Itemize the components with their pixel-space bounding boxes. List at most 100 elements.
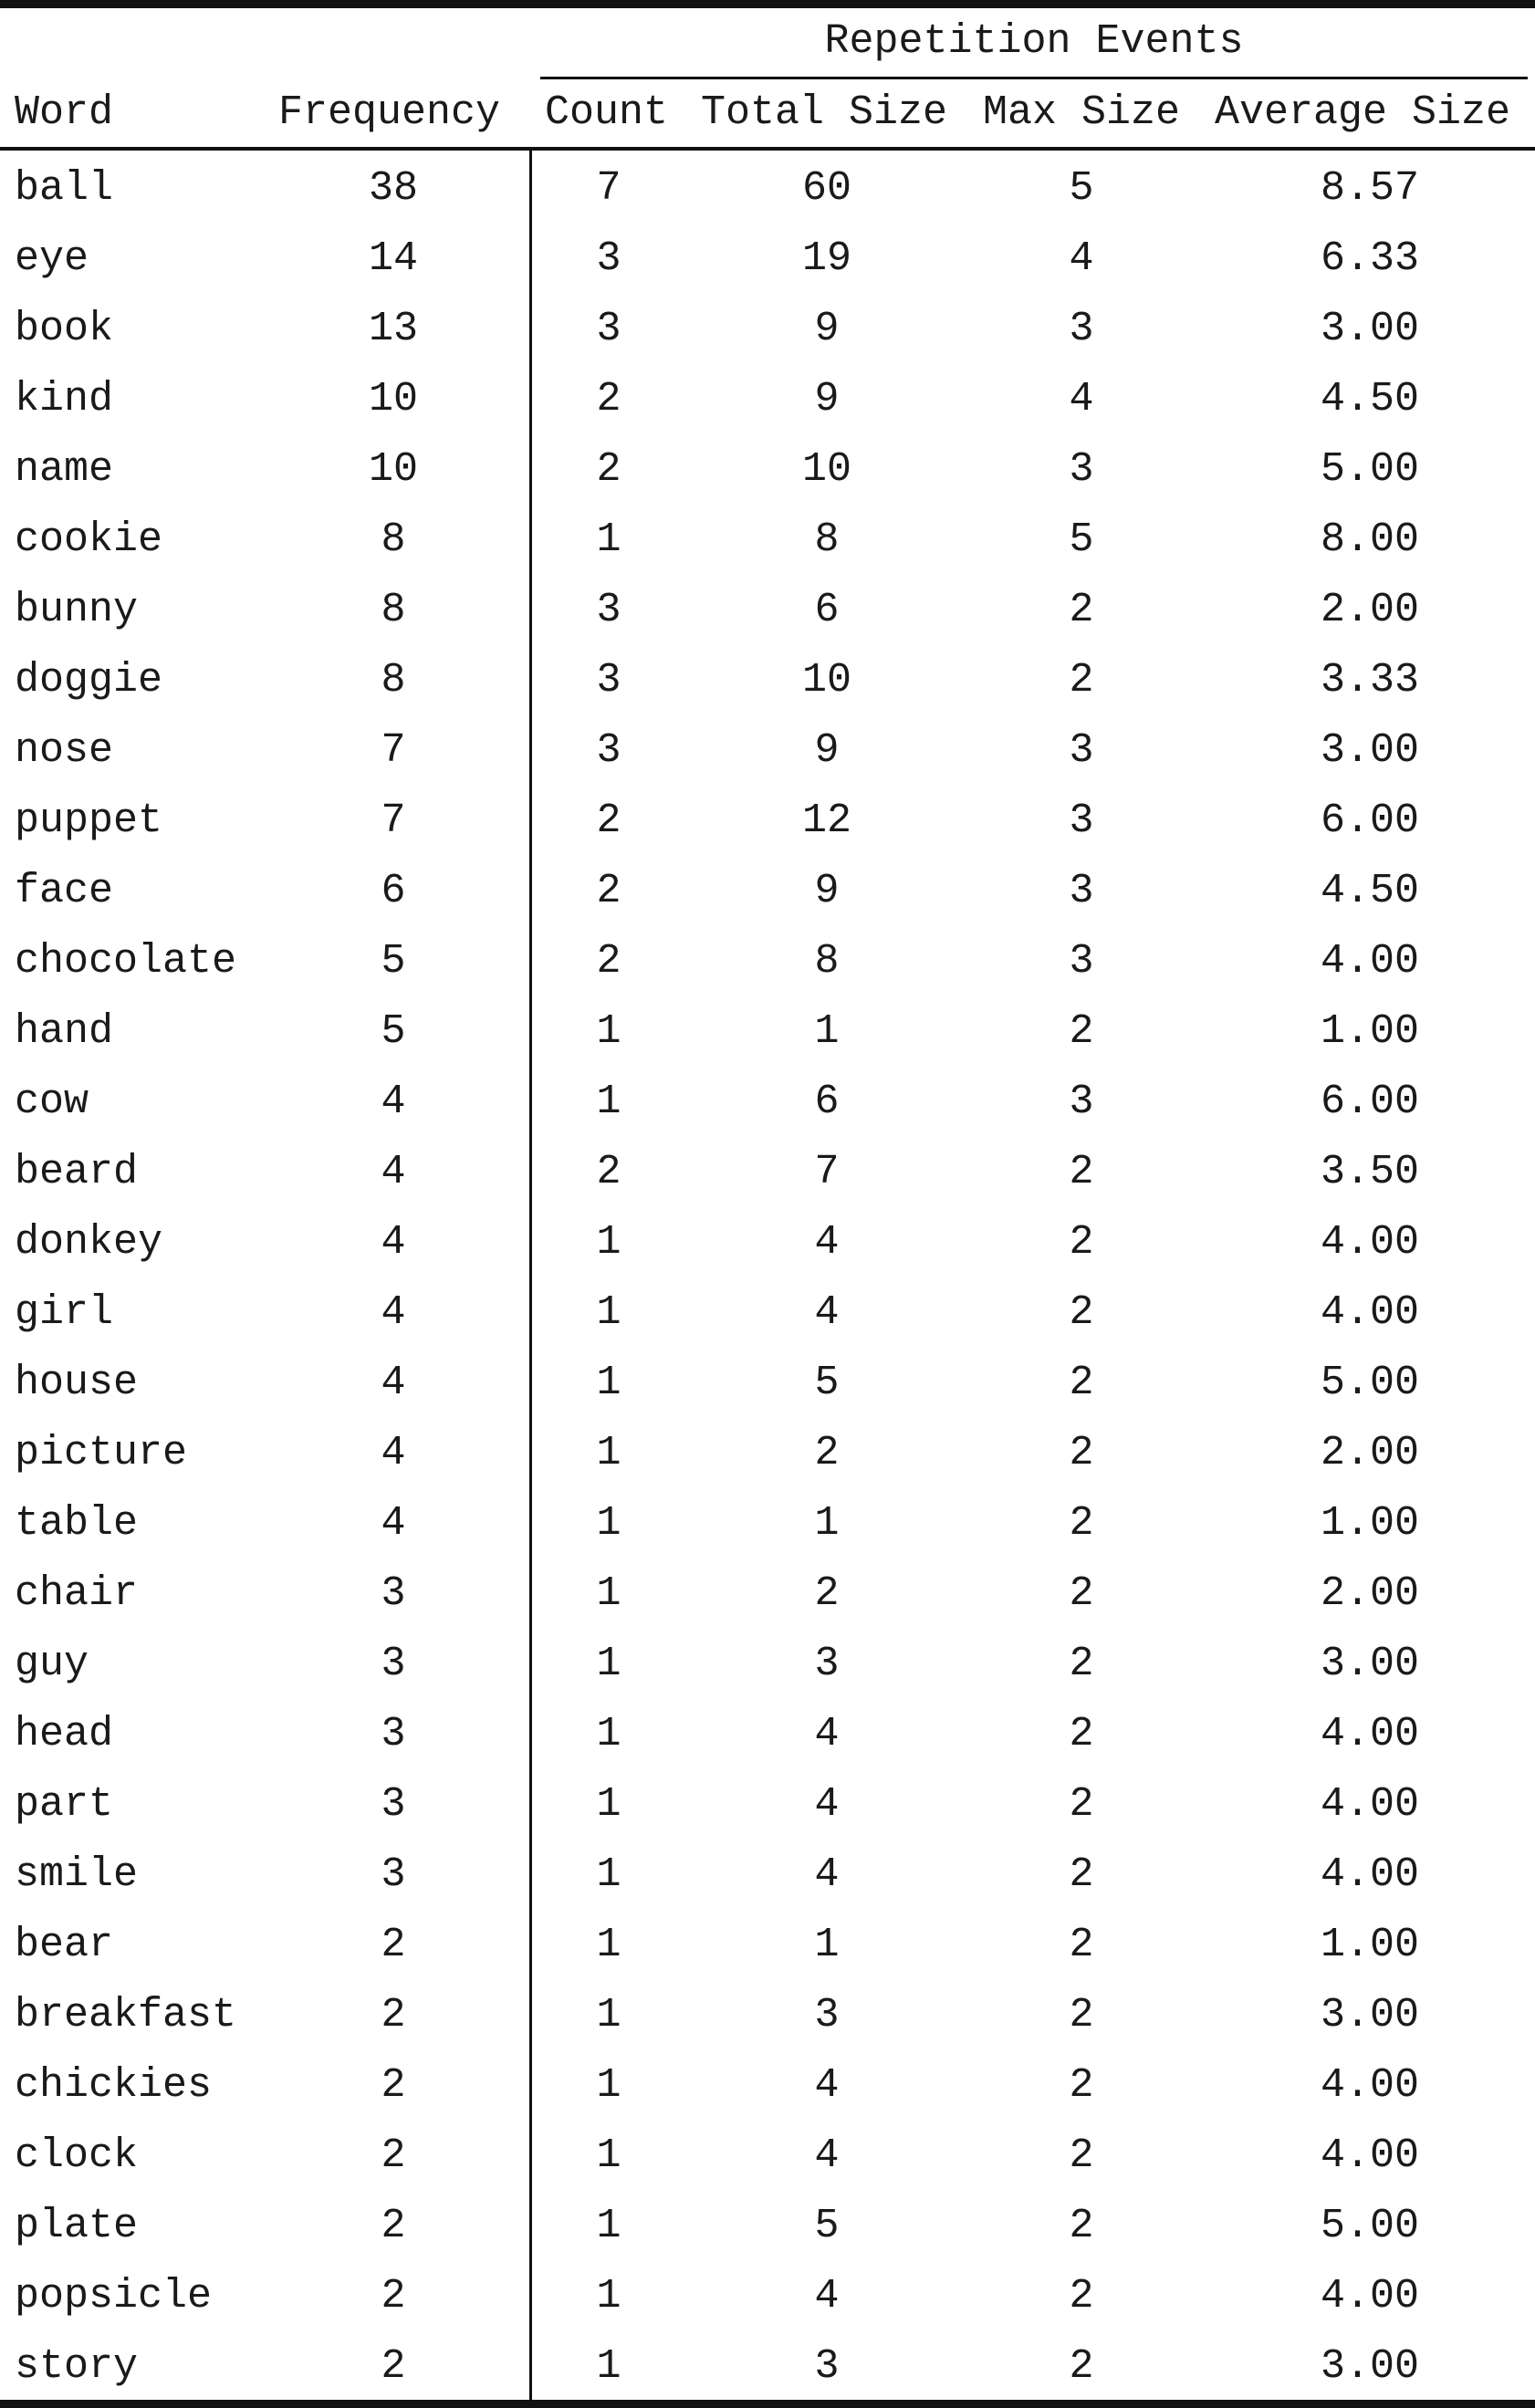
- cell-count: 7: [596, 165, 621, 212]
- cell-total-size: 6: [814, 1079, 840, 1125]
- cell-word: plate: [15, 2203, 139, 2249]
- cell-average-size: 4.50: [1320, 868, 1420, 914]
- cell-frequency: 4: [381, 1430, 406, 1476]
- cell-count: 1: [596, 2062, 621, 2109]
- cell-average-size: 3.33: [1320, 657, 1420, 704]
- table-row: puppet 7 2 12 3 6.00: [0, 786, 1535, 856]
- cell-count: 1: [596, 2343, 621, 2390]
- cell-word: kind: [15, 376, 114, 422]
- cell-count: 3: [596, 587, 621, 633]
- cell-total-size: 7: [814, 1149, 840, 1195]
- cell-frequency: 2: [381, 2273, 406, 2319]
- cell-max-size: 2: [1069, 587, 1094, 633]
- table-row: clock 2 1 4 2 4.00: [0, 2121, 1535, 2191]
- cell-frequency: 10: [368, 376, 418, 422]
- cell-average-size: 4.00: [1320, 2062, 1420, 2109]
- table-row: book 13 3 9 3 3.00: [0, 294, 1535, 364]
- cell-max-size: 2: [1069, 1570, 1094, 1617]
- cell-average-size: 4.00: [1320, 1219, 1420, 1266]
- table-row: girl 4 1 4 2 4.00: [0, 1277, 1535, 1348]
- cell-word: bear: [15, 1922, 114, 1968]
- cell-total-size: 1: [814, 1922, 840, 1968]
- cell-total-size: 5: [814, 1360, 840, 1406]
- cell-frequency: 2: [381, 1922, 406, 1968]
- cell-average-size: 4.00: [1320, 1851, 1420, 1898]
- cell-total-size: 10: [801, 657, 851, 704]
- table-row: chocolate 5 2 8 3 4.00: [0, 926, 1535, 996]
- table-row: guy 3 1 3 2 3.00: [0, 1629, 1535, 1699]
- cell-count: 2: [596, 1149, 621, 1195]
- cell-average-size: 4.00: [1320, 2273, 1420, 2319]
- cell-count: 1: [596, 1289, 621, 1336]
- table-row: doggie 8 3 10 2 3.33: [0, 645, 1535, 715]
- cell-average-size: 4.00: [1320, 1711, 1420, 1757]
- cell-frequency: 3: [381, 1711, 406, 1757]
- cell-word: cow: [15, 1079, 89, 1125]
- cell-total-size: 9: [814, 376, 840, 422]
- cell-average-size: 3.00: [1320, 727, 1420, 774]
- cell-frequency: 2: [381, 1992, 406, 2038]
- word-repetition-table: Repetition Events Word Frequency Count T…: [0, 0, 1535, 2408]
- cell-max-size: 4: [1069, 235, 1094, 282]
- cell-frequency: 7: [381, 727, 406, 774]
- cell-average-size: 4.00: [1320, 938, 1420, 985]
- cell-frequency: 4: [381, 1360, 406, 1406]
- cell-count: 2: [596, 938, 621, 985]
- cell-word: guy: [15, 1641, 89, 1687]
- table-row: bunny 8 3 6 2 2.00: [0, 575, 1535, 645]
- cell-max-size: 3: [1069, 1079, 1094, 1125]
- cell-total-size: 6: [814, 587, 840, 633]
- cell-total-size: 3: [814, 2343, 840, 2390]
- cell-frequency: 6: [381, 868, 406, 914]
- cell-frequency: 38: [368, 165, 418, 212]
- column-header-max-size: Max Size: [983, 89, 1181, 136]
- cell-max-size: 2: [1069, 1851, 1094, 1898]
- cell-count: 1: [596, 1711, 621, 1757]
- table-row: smile 3 1 4 2 4.00: [0, 1840, 1535, 1910]
- cell-total-size: 3: [814, 1992, 840, 2038]
- cell-total-size: 10: [801, 446, 851, 493]
- cell-word: chair: [15, 1570, 139, 1617]
- table-row: kind 10 2 9 4 4.50: [0, 364, 1535, 434]
- cell-max-size: 3: [1069, 446, 1094, 493]
- cell-average-size: 5.00: [1320, 1360, 1420, 1406]
- cell-count: 2: [596, 446, 621, 493]
- cell-word: bunny: [15, 587, 139, 633]
- cell-frequency: 3: [381, 1641, 406, 1687]
- cell-word: popsicle: [15, 2273, 213, 2319]
- cell-count: 1: [596, 1430, 621, 1476]
- cell-total-size: 3: [814, 1641, 840, 1687]
- cell-word: nose: [15, 727, 114, 774]
- table-row: beard 4 2 7 2 3.50: [0, 1137, 1535, 1207]
- cell-total-size: 4: [814, 1289, 840, 1336]
- cell-count: 3: [596, 306, 621, 352]
- cell-max-size: 2: [1069, 1500, 1094, 1547]
- cell-total-size: 9: [814, 306, 840, 352]
- column-header-average-size: Average Size: [1215, 89, 1511, 136]
- cell-total-size: 9: [814, 868, 840, 914]
- cell-max-size: 2: [1069, 2062, 1094, 2109]
- cell-count: 2: [596, 868, 621, 914]
- cell-max-size: 3: [1069, 938, 1094, 985]
- cell-max-size: 3: [1069, 797, 1094, 844]
- table-row: nose 7 3 9 3 3.00: [0, 715, 1535, 786]
- cell-total-size: 19: [801, 235, 851, 282]
- cell-frequency: 5: [381, 938, 406, 985]
- cell-count: 1: [596, 1079, 621, 1125]
- cell-total-size: 2: [814, 1430, 840, 1476]
- cell-max-size: 2: [1069, 1922, 1094, 1968]
- cell-word: ball: [15, 165, 114, 212]
- table-row: donkey 4 1 4 2 4.00: [0, 1207, 1535, 1277]
- cell-count: 3: [596, 235, 621, 282]
- cell-word: part: [15, 1781, 114, 1828]
- cell-count: 1: [596, 2273, 621, 2319]
- cell-max-size: 2: [1069, 1711, 1094, 1757]
- cell-total-size: 1: [814, 1008, 840, 1055]
- cell-max-size: 3: [1069, 306, 1094, 352]
- cell-total-size: 4: [814, 1851, 840, 1898]
- cell-word: eye: [15, 235, 89, 282]
- column-header-word: Word: [15, 89, 114, 136]
- cell-average-size: 3.00: [1320, 306, 1420, 352]
- cell-total-size: 12: [801, 797, 851, 844]
- cell-count: 1: [596, 1992, 621, 2038]
